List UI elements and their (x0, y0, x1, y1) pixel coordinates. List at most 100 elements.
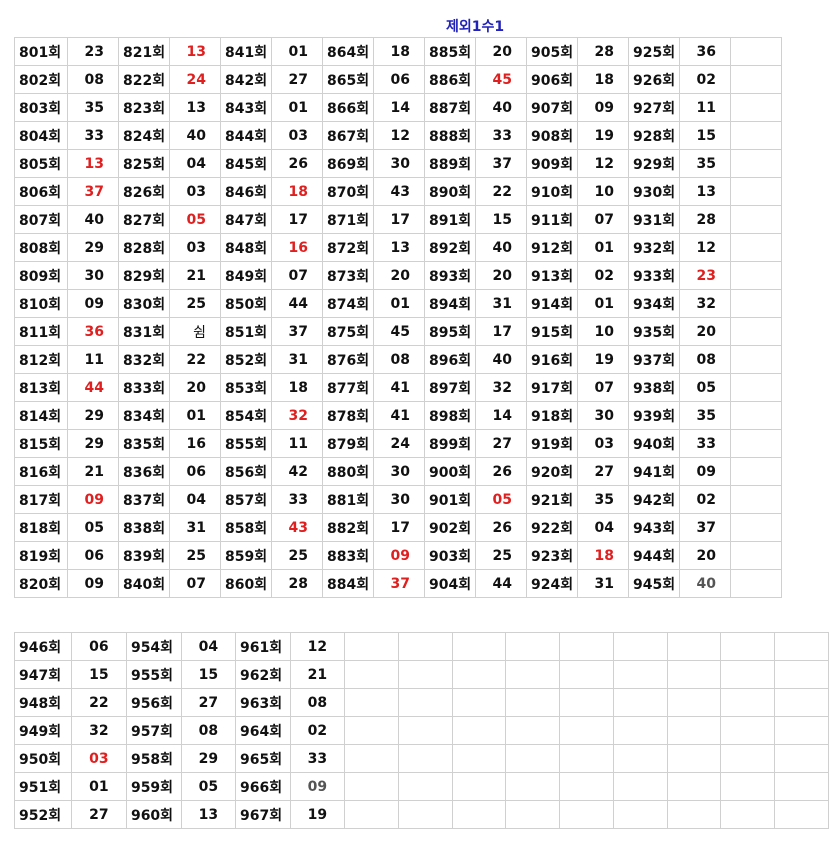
empty-cell (451, 772, 507, 801)
excluded-number: 33 (271, 485, 323, 514)
excluded-number: 41 (373, 401, 425, 430)
round-label: 803회 (14, 93, 68, 122)
round-label: 856회 (220, 457, 272, 486)
excluded-number: 쉼 (169, 317, 221, 346)
empty-cell (343, 800, 399, 829)
excluded-number: 40 (475, 233, 527, 262)
empty-cell (730, 177, 782, 206)
round-label: 817회 (14, 485, 68, 514)
empty-cell (730, 261, 782, 290)
empty-cell (505, 632, 561, 661)
excluded-number: 31 (475, 289, 527, 318)
excluded-number: 13 (679, 177, 731, 206)
excluded-number: 17 (271, 205, 323, 234)
round-label: 892회 (424, 233, 476, 262)
empty-cell (720, 632, 776, 661)
excluded-number: 19 (577, 345, 629, 374)
excluded-number: 20 (679, 317, 731, 346)
round-label: 929회 (628, 149, 680, 178)
excluded-number: 11 (271, 429, 323, 458)
excluded-number: 33 (289, 744, 345, 773)
empty-cell (451, 744, 507, 773)
excluded-number: 03 (577, 429, 629, 458)
round-label: 802회 (14, 65, 68, 94)
round-label: 921회 (526, 485, 578, 514)
empty-cell (451, 660, 507, 689)
round-label: 824회 (118, 121, 170, 150)
table-row: 819회 06 839회 25 859회 25 883회 09 903회 25 923회 18 944회… (14, 541, 782, 570)
empty-cell (730, 345, 782, 374)
round-label: 871회 (322, 205, 374, 234)
excluded-number: 08 (679, 345, 731, 374)
excluded-number: 17 (373, 513, 425, 542)
round-label: 846회 (220, 177, 272, 206)
empty-cell (397, 688, 453, 717)
round-label: 927회 (628, 93, 680, 122)
excluded-number: 37 (475, 149, 527, 178)
excluded-number: 32 (271, 401, 323, 430)
round-label: 900회 (424, 457, 476, 486)
excluded-number: 01 (271, 93, 323, 122)
round-label: 939회 (628, 401, 680, 430)
excluded-number: 02 (577, 261, 629, 290)
round-label: 920회 (526, 457, 578, 486)
excluded-number: 10 (577, 177, 629, 206)
empty-cell (559, 632, 614, 661)
empty-cell (666, 800, 722, 829)
round-label: 813회 (14, 373, 68, 402)
round-label: 879회 (322, 429, 374, 458)
round-label: 898회 (424, 401, 476, 430)
round-label: 966회 (234, 772, 291, 801)
empty-cell (730, 149, 782, 178)
round-label: 908회 (526, 121, 578, 150)
excluded-number: 33 (475, 121, 527, 150)
excluded-number: 44 (271, 289, 323, 318)
empty-cell (720, 716, 776, 745)
round-label: 930회 (628, 177, 680, 206)
round-label: 955회 (125, 660, 182, 689)
round-label: 859회 (220, 541, 272, 570)
empty-cell (730, 541, 782, 570)
draw-table-extra: 946회 06 954회 04 961회 12 947회 15 955회 15 962회 21 948회… (14, 632, 829, 829)
round-label: 874회 (322, 289, 374, 318)
round-label: 828회 (118, 233, 170, 262)
excluded-number: 25 (271, 541, 323, 570)
empty-cell (730, 205, 782, 234)
empty-cell (774, 688, 829, 717)
excluded-number: 01 (169, 401, 221, 430)
excluded-number: 35 (577, 485, 629, 514)
excluded-number: 30 (67, 261, 119, 290)
excluded-number: 18 (577, 65, 629, 94)
round-label: 822회 (118, 65, 170, 94)
excluded-number: 14 (475, 401, 527, 430)
excluded-number: 10 (577, 317, 629, 346)
round-label: 906회 (526, 65, 578, 94)
table-row: 802회 08 822회 24 842회 27 865회 06 886회 45 906회 18 926회… (14, 65, 782, 94)
round-label: 811회 (14, 317, 68, 346)
table-row: 949회 32 957회 08 964회 02 (14, 716, 829, 745)
excluded-number: 37 (67, 177, 119, 206)
excluded-number: 06 (373, 65, 425, 94)
round-label: 910회 (526, 177, 578, 206)
excluded-number: 28 (271, 569, 323, 598)
empty-cell (774, 744, 829, 773)
excluded-number: 30 (577, 401, 629, 430)
round-label: 922회 (526, 513, 578, 542)
excluded-number: 11 (679, 93, 731, 122)
empty-cell (730, 317, 782, 346)
excluded-number: 15 (475, 205, 527, 234)
excluded-number: 16 (169, 429, 221, 458)
table-row: 801회 23 821회 13 841회 01 864회 18 885회 20 905회 28 925회… (14, 37, 782, 66)
round-label: 905회 (526, 37, 578, 66)
excluded-number: 21 (289, 660, 345, 689)
round-label: 858회 (220, 513, 272, 542)
empty-cell (559, 716, 614, 745)
round-label: 899회 (424, 429, 476, 458)
excluded-number: 07 (271, 261, 323, 290)
empty-cell (774, 632, 829, 661)
excluded-number: 29 (180, 744, 236, 773)
excluded-number: 27 (577, 457, 629, 486)
excluded-number: 09 (67, 485, 119, 514)
excluded-number: 14 (373, 93, 425, 122)
excluded-number: 06 (67, 541, 119, 570)
